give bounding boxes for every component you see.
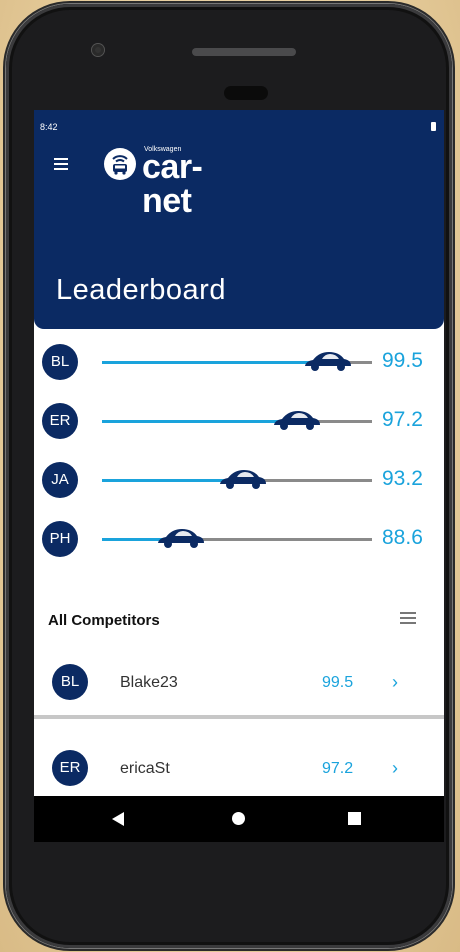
competitor-name: Blake23 (120, 674, 178, 691)
leaderboard-score: 88.6 (382, 526, 423, 549)
avatar: ER (42, 403, 78, 439)
home-circle-icon[interactable] (232, 812, 245, 825)
battery-icon (431, 122, 436, 131)
avatar: ER (52, 750, 88, 786)
competitor-score: 97.2 (322, 760, 354, 777)
vw-beetle-car-icon (274, 411, 320, 430)
leaderboard-score: 99.5 (382, 349, 423, 372)
leaderboard-score: 93.2 (382, 467, 423, 490)
competitor-row[interactable]: ER ericaSt 97.2 › (34, 740, 444, 796)
car-net-logo-icon (104, 148, 136, 180)
divider (34, 715, 444, 719)
competitor-row[interactable]: BL Blake23 99.5 › (34, 654, 444, 710)
page-title: Leaderboard (56, 274, 226, 306)
sort-filter-icon[interactable] (400, 612, 416, 626)
avatar: BL (52, 664, 88, 700)
hamburger-icon[interactable] (54, 158, 68, 170)
vw-beetle-car-icon (158, 529, 204, 548)
chevron-right-icon: › (392, 672, 398, 692)
competitors-title: All Competitors (48, 612, 160, 629)
avatar: BL (42, 344, 78, 380)
app-header: 8:42 Volkswagen car-net Leaderboard (34, 110, 444, 329)
vw-beetle-car-icon (305, 352, 351, 371)
chevron-right-icon: › (392, 758, 398, 778)
avatar: PH (42, 521, 78, 557)
proximity-sensor (224, 86, 268, 100)
leaderboard-row: BL 99.5 (34, 344, 444, 384)
avatar: JA (42, 462, 78, 498)
leaderboard-row: JA 93.2 (34, 462, 444, 502)
leaderboard-score: 97.2 (382, 408, 423, 431)
vw-beetle-car-icon (220, 470, 266, 489)
recents-square-icon[interactable] (348, 812, 361, 825)
logo-brand-name: car-net (142, 148, 203, 220)
back-triangle-icon[interactable] (112, 812, 124, 826)
leaderboard-row: ER 97.2 (34, 403, 444, 443)
competitor-score: 99.5 (322, 674, 354, 691)
status-time: 8:42 (40, 122, 58, 132)
android-nav-bar (34, 796, 444, 842)
progress-fill (102, 361, 335, 364)
earpiece-speaker (192, 48, 296, 56)
front-camera-icon (92, 44, 104, 56)
app-screen: 8:42 Volkswagen car-net Leaderboard BL 99… (34, 110, 444, 842)
competitor-name: ericaSt (120, 760, 170, 777)
leaderboard-row: PH 88.6 (34, 521, 444, 561)
